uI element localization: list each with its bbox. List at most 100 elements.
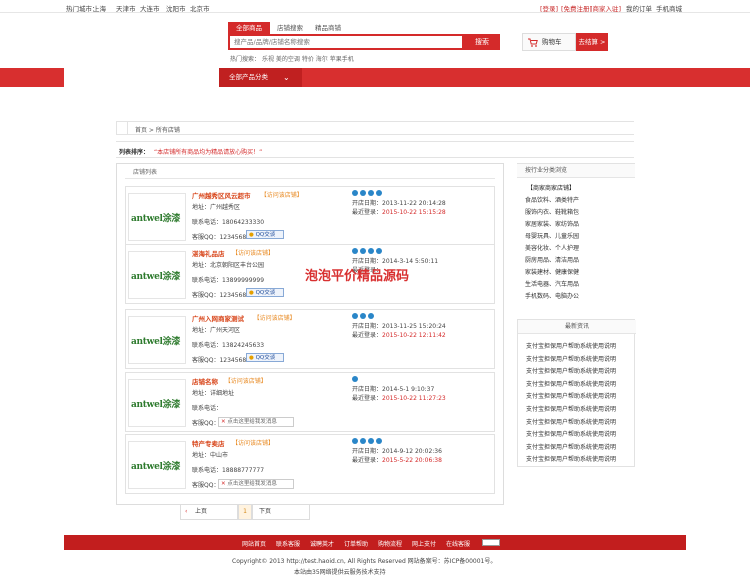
shop-name[interactable]: 店铺名称 <box>192 376 218 386</box>
visit-shop-link[interactable]: 【访问该店铺】 <box>232 438 274 447</box>
hot-item[interactable]: 乐视 <box>262 56 274 63</box>
my-order-link[interactable]: 我的订单 <box>626 3 652 13</box>
tab-shop-search[interactable]: 店铺搜索 <box>274 22 306 34</box>
news-link[interactable]: 支付宝担保用户帮助系统使用说明 <box>526 391 616 400</box>
category-link[interactable]: 美容化妆、个人护理 <box>525 243 579 252</box>
crown-icon <box>360 190 366 196</box>
category-link[interactable]: 手机数码、电脑办公 <box>525 291 579 300</box>
city-link[interactable]: 天津市 <box>116 3 136 13</box>
shop-logo-text: antwel涂漆 <box>131 214 181 224</box>
shop-rating <box>352 438 386 444</box>
category-title[interactable]: 【商家商家店铺】 <box>527 183 575 192</box>
category-link[interactable]: 家居家装、家纺饰品 <box>525 219 579 228</box>
crown-icon <box>376 438 382 444</box>
city-current[interactable]: 上海 <box>93 3 106 13</box>
news-link[interactable]: 支付宝担保用户帮助系统使用说明 <box>526 366 616 375</box>
footer-link[interactable]: 诚聘英才 <box>310 539 334 548</box>
shop-logo[interactable]: antwel涂漆 <box>128 193 186 241</box>
shop-name[interactable]: 广州入网商家测试 <box>192 313 244 323</box>
search-input[interactable] <box>228 34 464 50</box>
crown-icon <box>368 438 374 444</box>
visit-shop-link[interactable]: 【访问该店铺】 <box>232 248 274 257</box>
cart-button[interactable]: 购物车 <box>522 33 576 51</box>
news-link[interactable]: 支付宝担保用户帮助系统使用说明 <box>526 417 616 426</box>
news-link[interactable]: 支付宝担保用户帮助系统使用说明 <box>526 404 616 413</box>
qq-icon: ● <box>249 290 254 296</box>
city-link[interactable]: 大连市 <box>140 3 160 13</box>
crown-icon <box>360 438 366 444</box>
shop-logo[interactable]: antwel涂漆 <box>128 251 186 299</box>
next-page-button[interactable]: 下页 <box>252 504 310 520</box>
last-login-value: 2015-10-22 12:11:42 <box>382 332 446 339</box>
qq-chat-button[interactable]: ● QQ交谈 <box>246 230 284 239</box>
prev-page-button[interactable]: ‹ 上页 <box>180 504 238 520</box>
hot-item[interactable]: 海尔 <box>316 56 328 63</box>
news-link[interactable]: 支付宝担保用户帮助系统使用说明 <box>526 442 616 451</box>
news-link[interactable]: 支付宝担保用户帮助系统使用说明 <box>526 341 616 350</box>
page-number-current[interactable]: 1 <box>238 504 252 520</box>
hot-item[interactable]: 美的空调 <box>276 56 300 63</box>
shop-card: antwel涂漆 特产专卖店 【访问该店铺】 地址：中山市 联系电话：188887777… <box>125 434 495 494</box>
cnzz-badge[interactable] <box>482 539 500 546</box>
crown-icon <box>352 248 358 254</box>
category-link[interactable]: 厨房用品、清洁用品 <box>525 255 579 264</box>
footer-link[interactable]: 网上支付 <box>412 539 436 548</box>
category-link[interactable]: 生活电器、汽车用品 <box>525 279 579 288</box>
crown-icon <box>352 313 358 319</box>
news-link[interactable]: 支付宝担保用户帮助系统使用说明 <box>526 454 616 463</box>
close-icon: ✕ <box>221 481 226 487</box>
shop-phone: 联系电话： <box>192 403 222 412</box>
all-categories-menu[interactable]: 全部产品分类 ⌄ <box>219 68 302 87</box>
contact-qq: 客服QQ：123456889 <box>192 232 254 241</box>
category-link[interactable]: 食品饮料、酒类特产 <box>525 195 579 204</box>
shop-name[interactable]: 广州越秀区风云超市 <box>192 190 251 200</box>
register-link[interactable]: [免费注册] <box>561 3 592 13</box>
news-link[interactable]: 支付宝担保用户帮助系统使用说明 <box>526 429 616 438</box>
last-login: 最近登录：2015-10-22 12:11:42 <box>352 330 446 339</box>
category-link[interactable]: 家装建材、健康保健 <box>525 267 579 276</box>
search-button[interactable]: 搜索 <box>464 34 500 50</box>
city-link[interactable]: 沈阳市 <box>166 3 186 13</box>
news-header: 最新资讯 <box>518 320 636 334</box>
message-button[interactable]: ✕ 点击这里给我发消息 <box>218 417 294 427</box>
qq-chat-button[interactable]: ● QQ交谈 <box>246 288 284 297</box>
sort-label: 列表排序： <box>119 149 150 156</box>
crown-icon <box>376 248 382 254</box>
footer-link[interactable]: 在线客服 <box>446 539 470 548</box>
city-link[interactable]: 北京市 <box>190 3 210 13</box>
phone-label: 联系电话： <box>192 405 223 412</box>
login-link[interactable]: [登录] <box>540 3 558 13</box>
seller-join-link[interactable]: [商家入驻] <box>590 3 621 13</box>
shop-logo[interactable]: antwel涂漆 <box>128 316 186 364</box>
shop-phone: 联系电话：18888777777 <box>192 465 264 474</box>
tab-all-products[interactable]: 全部商品 <box>228 22 270 34</box>
category-link[interactable]: 母婴玩具、儿童乐园 <box>525 231 579 240</box>
news-link[interactable]: 支付宝担保用户帮助系统使用说明 <box>526 354 616 363</box>
tab-featured-shops[interactable]: 精品商铺 <box>310 22 346 34</box>
qq-icon: ● <box>249 232 254 238</box>
shop-list-header: 店铺列表 <box>133 169 158 176</box>
visit-shop-link[interactable]: 【访问该店铺】 <box>254 313 296 322</box>
visit-shop-link[interactable]: 【访问该店铺】 <box>261 190 303 199</box>
shop-name[interactable]: 湛海礼品店 <box>192 248 225 258</box>
category-link[interactable]: 服饰内衣、鞋靴箱包 <box>525 207 579 216</box>
checkout-button[interactable]: 去结算 > <box>576 33 608 51</box>
footer-link[interactable]: 订单帮助 <box>344 539 368 548</box>
hot-item[interactable]: 苹果手机 <box>330 56 354 63</box>
hot-item[interactable]: 特价 <box>302 56 314 63</box>
qq-chat-button[interactable]: ● QQ交谈 <box>246 353 284 362</box>
top-bar: 热门城市： 上海 天津市 大连市 沈阳市 北京市 [登录] [免费注册] [商家… <box>0 0 750 13</box>
footer-link[interactable]: 联系客服 <box>276 539 300 548</box>
message-button[interactable]: ✕ 点击这里给我发消息 <box>218 479 294 489</box>
breadcrumb-text[interactable]: 首页 > 所有店铺 <box>135 125 180 134</box>
shop-logo[interactable]: antwel涂漆 <box>128 441 186 489</box>
mobile-store-link[interactable]: 手机商城 <box>656 3 682 13</box>
shop-name[interactable]: 特产专卖店 <box>192 438 225 448</box>
open-date-value: 2014-5-1 9:10:37 <box>382 386 435 393</box>
footer-link[interactable]: 网站首页 <box>242 539 266 548</box>
visit-shop-link[interactable]: 【访问该店铺】 <box>225 376 267 385</box>
news-link[interactable]: 支付宝担保用户帮助系统使用说明 <box>526 379 616 388</box>
shop-logo[interactable]: antwel涂漆 <box>128 379 186 427</box>
footer-link[interactable]: 购物流程 <box>378 539 402 548</box>
last-login: 最近登录：2015-5-22 20:06:38 <box>352 455 442 464</box>
